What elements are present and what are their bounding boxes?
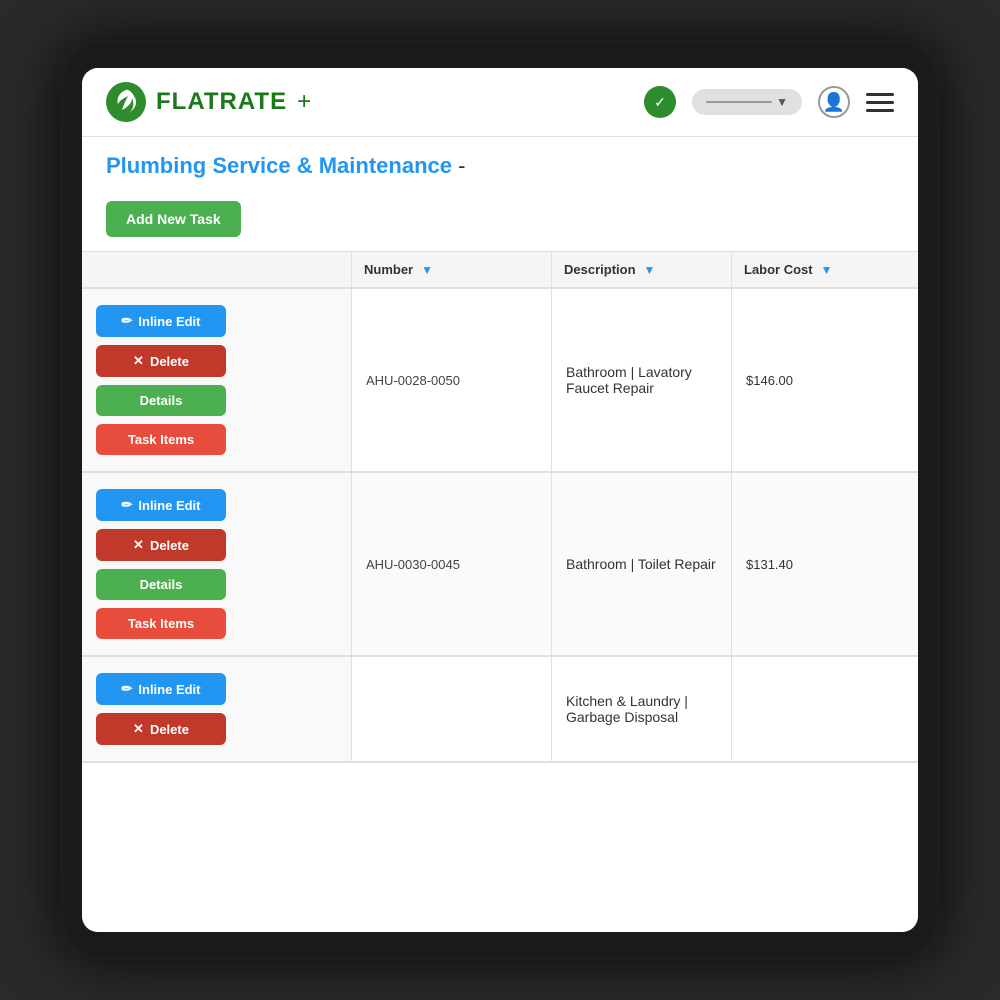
row-1-labor-cost: $146.00 — [732, 289, 918, 471]
page-title-sep: - — [452, 153, 465, 178]
task-items-button-1[interactable]: Task Items — [96, 424, 226, 455]
row-1-actions: ✏ Inline Edit ✕ Delete Details Task Item… — [82, 289, 352, 471]
pencil-icon: ✏ — [121, 681, 132, 697]
page-title: Plumbing Service & Maintenance - — [106, 153, 894, 179]
row-2-actions: ✏ Inline Edit ✕ Delete Details Task Item… — [82, 473, 352, 655]
chevron-down-icon: ▼ — [776, 95, 788, 109]
row-2-description: Bathroom | Toilet Repair — [552, 473, 732, 655]
table-container: Number ▼ Description ▼ Labor Cost ▼ Inve… — [82, 252, 918, 932]
col-header-number: Number ▼ — [352, 252, 552, 287]
tablet-frame: FLATRATE + ✓ ▼ 👤 — [60, 40, 940, 960]
inline-edit-button-3[interactable]: ✏ Inline Edit — [96, 673, 226, 705]
x-icon: ✕ — [133, 353, 144, 369]
logo-area: FLATRATE + — [106, 82, 311, 122]
number-filter-icon[interactable]: ▼ — [421, 263, 433, 277]
dropdown-line — [706, 101, 772, 103]
tablet-screen: FLATRATE + ✓ ▼ 👤 — [82, 68, 918, 932]
page-title-link[interactable]: Plumbing Service & Maintenance — [106, 153, 452, 178]
table-body: ✏ Inline Edit ✕ Delete Details Task Item… — [82, 289, 918, 927]
row-3-actions: ✏ Inline Edit ✕ Delete — [82, 657, 352, 761]
x-icon: ✕ — [133, 537, 144, 553]
details-button-2[interactable]: Details — [96, 569, 226, 600]
row-3-description: Kitchen & Laundry | Garbage Disposal — [552, 657, 732, 761]
hamburger-menu-icon[interactable] — [866, 93, 894, 112]
status-badge: ✓ — [644, 86, 676, 118]
pencil-icon: ✏ — [121, 497, 132, 513]
row-3-labor-cost — [732, 657, 918, 761]
task-items-button-2[interactable]: Task Items — [96, 608, 226, 639]
row-3-number — [352, 657, 552, 761]
table-row: ✏ Inline Edit ✕ Delete Details Task Item… — [82, 289, 918, 473]
col-header-description: Description ▼ — [552, 252, 732, 287]
app-header: FLATRATE + ✓ ▼ 👤 — [82, 68, 918, 137]
details-button-1[interactable]: Details — [96, 385, 226, 416]
row-1-number: AHU-0028-0050 — [352, 289, 552, 471]
app-plus: + — [297, 88, 311, 116]
table-header: Number ▼ Description ▼ Labor Cost ▼ Inve… — [82, 252, 918, 289]
pencil-icon: ✏ — [121, 313, 132, 329]
delete-button-3[interactable]: ✕ Delete — [96, 713, 226, 745]
table-row: ✏ Inline Edit ✕ Delete Details Task Item… — [82, 473, 918, 657]
app-name: FLATRATE — [156, 88, 287, 116]
inline-edit-button-2[interactable]: ✏ Inline Edit — [96, 489, 226, 521]
table-row: ✏ Inline Edit ✕ Delete Kitchen & Laundry… — [82, 657, 918, 763]
user-dropdown[interactable]: ▼ — [692, 89, 802, 115]
page-title-area: Plumbing Service & Maintenance - — [82, 137, 918, 191]
col-header-labor-cost: Labor Cost ▼ — [732, 252, 918, 287]
row-2-number: AHU-0030-0045 — [352, 473, 552, 655]
user-avatar-icon[interactable]: 👤 — [818, 86, 850, 118]
description-filter-icon[interactable]: ▼ — [644, 263, 656, 277]
x-icon: ✕ — [133, 721, 144, 737]
labor-cost-filter-icon[interactable]: ▼ — [821, 263, 833, 277]
add-task-button[interactable]: Add New Task — [106, 201, 241, 237]
row-1-description: Bathroom | Lavatory Faucet Repair — [552, 289, 732, 471]
toolbar-area: Add New Task — [82, 191, 918, 252]
delete-button-2[interactable]: ✕ Delete — [96, 529, 226, 561]
logo-icon — [106, 82, 146, 122]
delete-button-1[interactable]: ✕ Delete — [96, 345, 226, 377]
row-2-labor-cost: $131.40 — [732, 473, 918, 655]
col-header-actions — [82, 252, 352, 287]
header-right: ✓ ▼ 👤 — [644, 86, 894, 118]
inline-edit-button-1[interactable]: ✏ Inline Edit — [96, 305, 226, 337]
